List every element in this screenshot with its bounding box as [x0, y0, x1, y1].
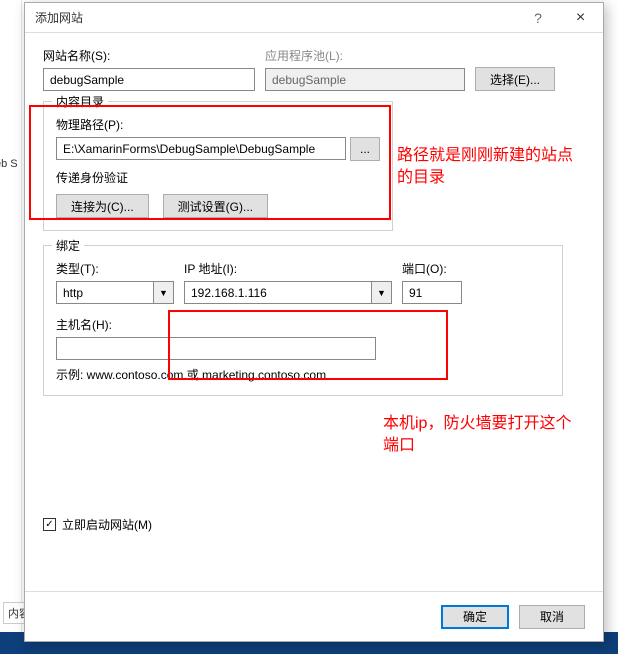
content-dir-fieldset: 内容目录 物理路径(P): ... 传递身份验证 连接为(C)... 测试设置(…	[43, 101, 393, 231]
physical-path-input[interactable]	[56, 137, 346, 160]
ip-label: IP 地址(I):	[184, 260, 392, 277]
hostname-example: 示例: www.contoso.com 或 marketing.contoso.…	[56, 366, 550, 383]
bg-left-text: eb S	[0, 158, 18, 170]
annotation-text-path: 路径就是刚刚新建的站点的目录	[397, 145, 577, 190]
start-immediate-checkbox[interactable]: ✓	[43, 518, 56, 531]
site-name-label: 网站名称(S):	[43, 47, 255, 64]
add-website-dialog: 添加网站 ? × 网站名称(S): 应用程序池(L): 选择(E)... 内容目…	[24, 2, 604, 642]
annotation-text-ip: 本机ip，防火墙要打开这个端口	[383, 413, 583, 458]
titlebar: 添加网站 ? ×	[25, 3, 603, 33]
chevron-down-icon: ▼	[153, 282, 173, 303]
dialog-title: 添加网站	[35, 9, 518, 26]
close-button[interactable]: ×	[558, 3, 603, 33]
type-label: 类型(T):	[56, 260, 174, 277]
content-dir-legend: 内容目录	[52, 93, 108, 110]
dialog-footer: 确定 取消	[25, 591, 603, 641]
start-immediate-row[interactable]: ✓ 立即启动网站(M)	[43, 516, 585, 533]
hostname-input[interactable]	[56, 337, 376, 360]
site-name-input[interactable]	[43, 68, 255, 91]
binding-fieldset: 绑定 类型(T): http ▼ IP 地址(I): 192.168.1.116…	[43, 245, 563, 396]
app-pool-input	[265, 68, 465, 91]
binding-legend: 绑定	[52, 237, 84, 254]
type-select[interactable]: http ▼	[56, 281, 174, 304]
ip-select[interactable]: 192.168.1.116 ▼	[184, 281, 392, 304]
pass-auth-label: 传递身份验证	[56, 169, 380, 186]
physical-path-label: 物理路径(P):	[56, 116, 380, 133]
type-value: http	[57, 282, 153, 303]
start-immediate-label: 立即启动网站(M)	[62, 516, 152, 533]
help-button[interactable]: ?	[518, 3, 558, 33]
test-settings-button[interactable]: 测试设置(G)...	[163, 194, 268, 218]
hostname-label: 主机名(H):	[56, 316, 376, 333]
chevron-down-icon: ▼	[371, 282, 391, 303]
app-pool-label: 应用程序池(L):	[265, 47, 465, 64]
cancel-button[interactable]: 取消	[519, 605, 585, 629]
port-label: 端口(O):	[402, 260, 462, 277]
browse-path-button[interactable]: ...	[350, 137, 380, 161]
connect-as-button[interactable]: 连接为(C)...	[56, 194, 149, 218]
ip-value: 192.168.1.116	[185, 282, 371, 303]
ok-button[interactable]: 确定	[441, 605, 509, 629]
select-pool-button[interactable]: 选择(E)...	[475, 67, 555, 91]
dialog-content: 网站名称(S): 应用程序池(L): 选择(E)... 内容目录 物理路径(P)…	[25, 33, 603, 543]
port-input[interactable]	[402, 281, 462, 304]
